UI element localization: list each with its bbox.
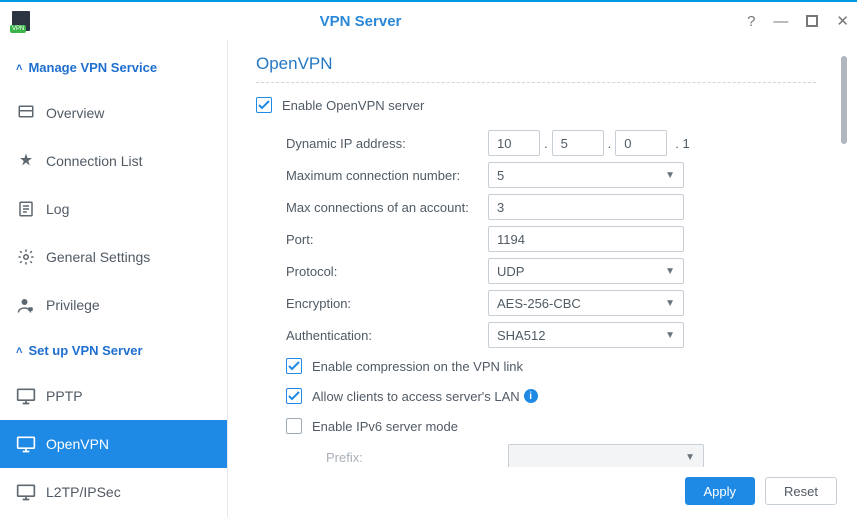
user-lock-icon bbox=[16, 295, 36, 315]
enable-openvpn-row[interactable]: Enable OpenVPN server bbox=[256, 97, 839, 113]
encryption-select[interactable]: AES-256-CBC ▼ bbox=[488, 290, 684, 316]
restore-icon[interactable] bbox=[806, 15, 818, 27]
divider bbox=[256, 82, 816, 83]
select-value: SHA512 bbox=[497, 328, 545, 343]
chevron-down-icon: ▼ bbox=[665, 330, 675, 341]
window-controls: ? — ✕ bbox=[747, 14, 849, 29]
sidebar-item-log[interactable]: Log bbox=[0, 185, 227, 233]
footer: Apply Reset bbox=[228, 477, 849, 505]
max-acct-input[interactable] bbox=[488, 194, 684, 220]
monitor-icon bbox=[16, 434, 36, 454]
label-protocol: Protocol: bbox=[286, 264, 488, 279]
content: OpenVPN Enable OpenVPN server Dynamic IP… bbox=[228, 40, 857, 517]
connection-icon bbox=[16, 151, 36, 171]
label-max-acct: Max connections of an account: bbox=[286, 200, 488, 215]
label-prefix: Prefix: bbox=[306, 450, 508, 465]
minimize-icon[interactable]: — bbox=[773, 14, 788, 29]
sidebar-item-label: Overview bbox=[46, 105, 104, 121]
label-compression: Enable compression on the VPN link bbox=[312, 359, 523, 374]
label-port: Port: bbox=[286, 232, 488, 247]
checkbox-compression[interactable] bbox=[286, 358, 302, 374]
chevron-down-icon: ▼ bbox=[685, 452, 695, 463]
sidebar-item-openvpn[interactable]: OpenVPN bbox=[0, 420, 227, 468]
checkbox-enable[interactable] bbox=[256, 97, 272, 113]
sidebar-item-label: Connection List bbox=[46, 153, 143, 169]
log-icon bbox=[16, 199, 36, 219]
sidebar-item-label: OpenVPN bbox=[46, 436, 109, 452]
chevron-down-icon: ▼ bbox=[665, 266, 675, 277]
section-title: Manage VPN Service bbox=[28, 60, 157, 75]
label-dynamic-ip: Dynamic IP address: bbox=[286, 136, 488, 151]
panel-title: OpenVPN bbox=[256, 54, 839, 74]
app-icon bbox=[12, 11, 30, 31]
gear-icon bbox=[16, 247, 36, 267]
ip-octet-1[interactable] bbox=[488, 130, 540, 156]
compression-row[interactable]: Enable compression on the VPN link bbox=[286, 351, 839, 381]
sidebar-item-connection-list[interactable]: Connection List bbox=[0, 137, 227, 185]
select-value: 5 bbox=[497, 168, 504, 183]
enable-label: Enable OpenVPN server bbox=[282, 98, 424, 113]
scrollbar[interactable] bbox=[841, 56, 847, 144]
help-icon[interactable]: ? bbox=[747, 14, 755, 29]
ip-dot: . bbox=[608, 136, 612, 151]
ip-suffix: . 1 bbox=[675, 136, 689, 151]
sidebar-item-general-settings[interactable]: General Settings bbox=[0, 233, 227, 281]
label-ipv6: Enable IPv6 server mode bbox=[312, 419, 458, 434]
chevron-up-icon: ˄ bbox=[16, 345, 22, 357]
protocol-select[interactable]: UDP ▼ bbox=[488, 258, 684, 284]
sidebar: ˄ Manage VPN Service Overview Connection… bbox=[0, 40, 228, 517]
info-icon[interactable]: i bbox=[524, 389, 538, 403]
label-auth: Authentication: bbox=[286, 328, 488, 343]
sidebar-item-label: Log bbox=[46, 201, 69, 217]
select-value: AES-256-CBC bbox=[497, 296, 581, 311]
form: Dynamic IP address: . . . 1 Maximum conn… bbox=[256, 127, 839, 467]
label-allow-lan: Allow clients to access server's LAN bbox=[312, 389, 520, 404]
sidebar-item-label: PPTP bbox=[46, 388, 83, 404]
sidebar-item-label: L2TP/IPSec bbox=[46, 484, 121, 500]
checkbox-allow-lan[interactable] bbox=[286, 388, 302, 404]
section-title: Set up VPN Server bbox=[28, 343, 142, 358]
allow-lan-row[interactable]: Allow clients to access server's LAN i bbox=[286, 381, 839, 411]
apply-button[interactable]: Apply bbox=[685, 477, 756, 505]
close-icon[interactable]: ✕ bbox=[836, 14, 849, 29]
ip-octet-3[interactable] bbox=[615, 130, 667, 156]
sidebar-item-pptp[interactable]: PPTP bbox=[0, 372, 227, 420]
auth-select[interactable]: SHA512 ▼ bbox=[488, 322, 684, 348]
sidebar-item-overview[interactable]: Overview bbox=[0, 89, 227, 137]
chevron-up-icon: ˄ bbox=[16, 62, 22, 74]
monitor-icon bbox=[16, 482, 36, 502]
section-setup[interactable]: ˄ Set up VPN Server bbox=[0, 329, 227, 372]
sidebar-item-label: General Settings bbox=[46, 249, 150, 265]
reset-button[interactable]: Reset bbox=[765, 477, 837, 505]
label-max-conn: Maximum connection number: bbox=[286, 168, 488, 183]
prefix-select: ▼ bbox=[508, 444, 704, 467]
window-title: VPN Server bbox=[34, 13, 687, 30]
label-encryption: Encryption: bbox=[286, 296, 488, 311]
ipv6-row[interactable]: Enable IPv6 server mode bbox=[286, 411, 839, 441]
ip-octet-2[interactable] bbox=[552, 130, 604, 156]
checkbox-ipv6[interactable] bbox=[286, 418, 302, 434]
titlebar: VPN Server ? — ✕ bbox=[0, 0, 857, 40]
max-conn-select[interactable]: 5 ▼ bbox=[488, 162, 684, 188]
ip-dot: . bbox=[544, 136, 548, 151]
overview-icon bbox=[16, 103, 36, 123]
port-input[interactable] bbox=[488, 226, 684, 252]
sidebar-item-l2tp[interactable]: L2TP/IPSec bbox=[0, 468, 227, 516]
monitor-icon bbox=[16, 386, 36, 406]
select-value: UDP bbox=[497, 264, 524, 279]
sidebar-item-label: Privilege bbox=[46, 297, 100, 313]
section-manage[interactable]: ˄ Manage VPN Service bbox=[0, 46, 227, 89]
scroll-area: OpenVPN Enable OpenVPN server Dynamic IP… bbox=[228, 48, 849, 467]
chevron-down-icon: ▼ bbox=[665, 170, 675, 181]
chevron-down-icon: ▼ bbox=[665, 298, 675, 309]
sidebar-item-privilege[interactable]: Privilege bbox=[0, 281, 227, 329]
